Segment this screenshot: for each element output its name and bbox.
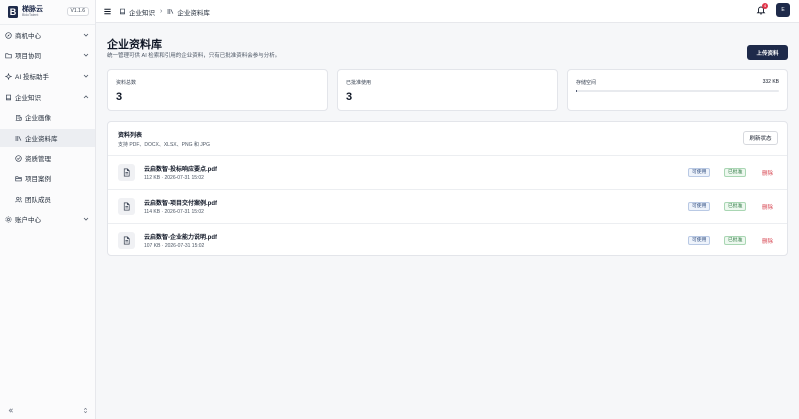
file-name[interactable]: 云启数智-投标响应要点.pdf [144,164,217,173]
chevron-down-icon [83,217,89,221]
sidebar-item-label: 资质管理 [25,156,51,163]
book-icon [119,8,126,15]
sidebar-item-project-collab[interactable]: 项目协同 [0,46,95,64]
file-meta: 107 KB · 2026-07-31 15:02 [144,243,205,249]
sidebar-item-label: 项目案例 [25,176,51,183]
badge-check-icon [14,154,22,162]
sidebar-item-qualification[interactable]: 资质管理 [0,149,95,167]
table-row[interactable]: 云启数智-项目交付案例.pdf 114 KB · 2026-07-31 15:0… [108,189,787,223]
status-badge: 可使用 [688,202,711,211]
book-icon [4,93,12,101]
stat-card-storage: 存储空间 332 KB [567,69,788,111]
sidebar-item-label: 账户中心 [15,217,41,224]
delete-button[interactable]: 删除 [762,203,773,211]
storage-progress-bar [576,90,779,92]
folder-open-icon [14,174,22,182]
library-icon [167,8,174,15]
sidebar-item-label: 项目协同 [15,53,41,60]
brand-name: 梯脉云 [22,6,43,14]
stat-label: 资料总数 [116,80,137,86]
breadcrumb-item: 企业资料库 [177,9,210,17]
file-icon [118,232,135,249]
building-icon [14,113,22,121]
page-title: 企业资料库 [107,39,162,51]
library-icon [14,134,22,142]
table-row[interactable]: 云启数智-企业能力说明.pdf 107 KB · 2026-07-31 15:0… [108,223,787,255]
chevron-down-icon [83,33,89,37]
settings-icon [4,215,12,223]
upload-button[interactable]: 上传资料 [747,45,788,60]
file-name[interactable]: 云启数智-企业能力说明.pdf [144,232,217,241]
sidebar-item-label: 团队成员 [25,197,51,204]
status-badge: 已批准 [724,236,747,245]
file-icon [118,164,135,181]
file-meta: 112 KB · 2026-07-31 15:02 [144,175,204,181]
compass-icon [4,31,12,39]
sidebar-item-label: 企业资料库 [25,136,58,143]
sidebar-item-account-center[interactable]: 账户中心 [0,210,95,228]
sidebar-item-label: AI 投标助手 [15,74,49,81]
sidebar-item-label: 企业知识 [15,95,41,102]
folder-icon [4,51,12,59]
sidebar-item-label: 商机中心 [15,33,41,40]
refresh-status-button[interactable]: 刷新状态 [743,131,778,145]
chevron-up-icon [83,95,89,99]
stat-label: 已批准使用 [346,80,372,86]
delete-button[interactable]: 删除 [762,237,773,245]
sidebar-item-project-cases[interactable]: 项目案例 [0,169,95,187]
top-header: 企业知识 › 企业资料库 4 E [96,0,799,23]
breadcrumb-item[interactable]: 企业知识 [129,7,155,17]
sidebar-item-team-members[interactable]: 团队成员 [0,190,95,208]
table-row[interactable]: 云启数智-投标响应要点.pdf 112 KB · 2026-07-31 15:0… [108,155,787,189]
file-list-card: 资料列表 支持 PDF、DOCX、XLSX、PNG 和 JPG 刷新状态 云启数… [107,121,788,256]
stat-value: 3 [346,91,353,103]
brand-logo[interactable]: B 梯脉云 BidoTalent [8,5,43,19]
status-badge: 已批准 [724,202,747,211]
avatar[interactable]: E [776,3,790,17]
sparkle-icon [4,72,12,80]
page-description: 统一管理可供 AI 检索和引用的企业资料，只有已批准资料会参与分析。 [107,53,281,59]
sidebar-item-ai-bid-assistant[interactable]: AI 投标助手 [0,67,95,85]
sidebar-item-enterprise-profile[interactable]: 企业画像 [0,108,95,126]
sidebar: B 梯脉云 BidoTalent V1.1.6 商机中心 项目协同 AI 投标助… [0,0,96,419]
stat-card-total: 资料总数 3 [107,69,328,111]
status-badge: 可使用 [688,236,711,245]
notification-badge: 4 [762,3,768,9]
users-icon [14,195,22,203]
version-badge: V1.1.6 [66,7,89,16]
brand-subtitle: BidoTalent [22,13,39,18]
status-badge: 已批准 [724,168,747,177]
list-subtitle: 支持 PDF、DOCX、XLSX、PNG 和 JPG [118,142,210,148]
file-meta: 114 KB · 2026-07-31 15:02 [144,209,204,215]
expand-icon[interactable] [82,407,89,414]
sidebar-item-label: 企业画像 [25,115,51,122]
breadcrumb: 企业知识 › 企业资料库 [119,6,210,17]
chevron-down-icon [83,74,89,78]
stat-label: 存储空间 [576,80,597,86]
list-title: 资料列表 [118,133,143,139]
sidebar-item-opportunity-center[interactable]: 商机中心 [0,26,95,44]
chevron-down-icon [83,53,89,57]
logo-mark: B [8,6,18,18]
stat-card-approved: 已批准使用 3 [337,69,558,111]
collapse-sidebar-icon[interactable] [7,407,14,414]
stat-value: 3 [116,91,123,103]
delete-button[interactable]: 删除 [762,169,773,177]
sidebar-item-enterprise-knowledge[interactable]: 企业知识 [0,88,95,106]
status-badge: 可使用 [688,168,711,177]
breadcrumb-separator: › [160,8,163,15]
file-icon [118,198,135,215]
sidebar-divider [0,24,95,25]
sidebar-item-enterprise-library[interactable]: 企业资料库 [0,129,95,147]
file-name[interactable]: 云启数智-项目交付案例.pdf [144,198,217,207]
storage-value: 332 KB [762,79,779,85]
menu-icon[interactable] [103,7,112,16]
